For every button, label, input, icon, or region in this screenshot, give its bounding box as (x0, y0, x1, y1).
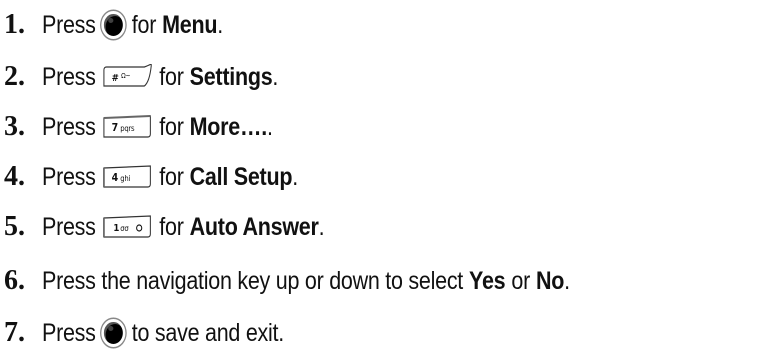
more-label: More…. (189, 112, 268, 141)
settings-label: Settings (189, 62, 273, 91)
step-text: for (159, 62, 184, 91)
step-text: for (159, 162, 184, 191)
step-7: 7. Press to save and exit. (0, 313, 323, 353)
step-number: 4. (4, 161, 25, 192)
step-text: Press (42, 10, 96, 39)
svg-text:#: # (112, 72, 119, 84)
step-number: 2. (4, 61, 25, 92)
menu-label: Menu (162, 10, 218, 39)
step-text: to save and exit. (131, 318, 284, 347)
svg-text:Ω~: Ω~ (121, 72, 130, 81)
key-7-icon: 7 pqrs (102, 114, 154, 140)
svg-text:σσ: σσ (121, 223, 130, 233)
step-number: 7. (4, 317, 25, 348)
svg-text:ghi: ghi (121, 173, 131, 183)
step-text: or (511, 266, 530, 295)
menu-ok-key-icon (101, 11, 126, 39)
instruction-steps: 1. Press for Menu. 2. Press # Ω~ for Set… (0, 0, 769, 363)
step-text: Press (42, 112, 96, 141)
step-text: for (159, 112, 184, 141)
step-number: 6. (4, 265, 25, 296)
step-text: Press (42, 318, 96, 347)
no-label: No (536, 266, 565, 295)
step-text: Press the navigation key up or down to s… (42, 266, 464, 295)
yes-label: Yes (469, 266, 506, 295)
step-1: 1. Press for Menu. (0, 5, 252, 45)
step-text: Press (42, 212, 96, 241)
svg-text:1: 1 (114, 222, 120, 234)
svg-text:7: 7 (112, 121, 118, 134)
step-6: 6. Press the navigation key up or down t… (0, 261, 656, 301)
step-number: 1. (4, 9, 25, 40)
menu-ok-key-icon (101, 319, 126, 347)
svg-text:pqrs: pqrs (121, 123, 135, 133)
key-4-icon: 4 ghi (102, 164, 154, 190)
step-4: 4. Press 4 ghi for Call Setup. (0, 157, 340, 197)
call-setup-label: Call Setup (189, 162, 293, 191)
step-5: 5. Press 1 σσ for Auto Answer. (0, 207, 370, 247)
step-text: for (131, 10, 157, 39)
step-text: Press (42, 62, 96, 91)
key-1-icon: 1 σσ (102, 214, 154, 240)
auto-answer-label: Auto Answer (189, 212, 319, 241)
step-number: 3. (4, 111, 25, 142)
step-text: for (159, 212, 184, 241)
step-number: 5. (4, 211, 25, 242)
pound-key-icon: # Ω~ (102, 64, 154, 90)
step-3: 3. Press 7 pqrs for More….. (0, 107, 310, 147)
step-text: Press (42, 162, 96, 191)
step-2: 2. Press # Ω~ for Settings. (0, 57, 317, 97)
svg-text:4: 4 (112, 171, 118, 184)
